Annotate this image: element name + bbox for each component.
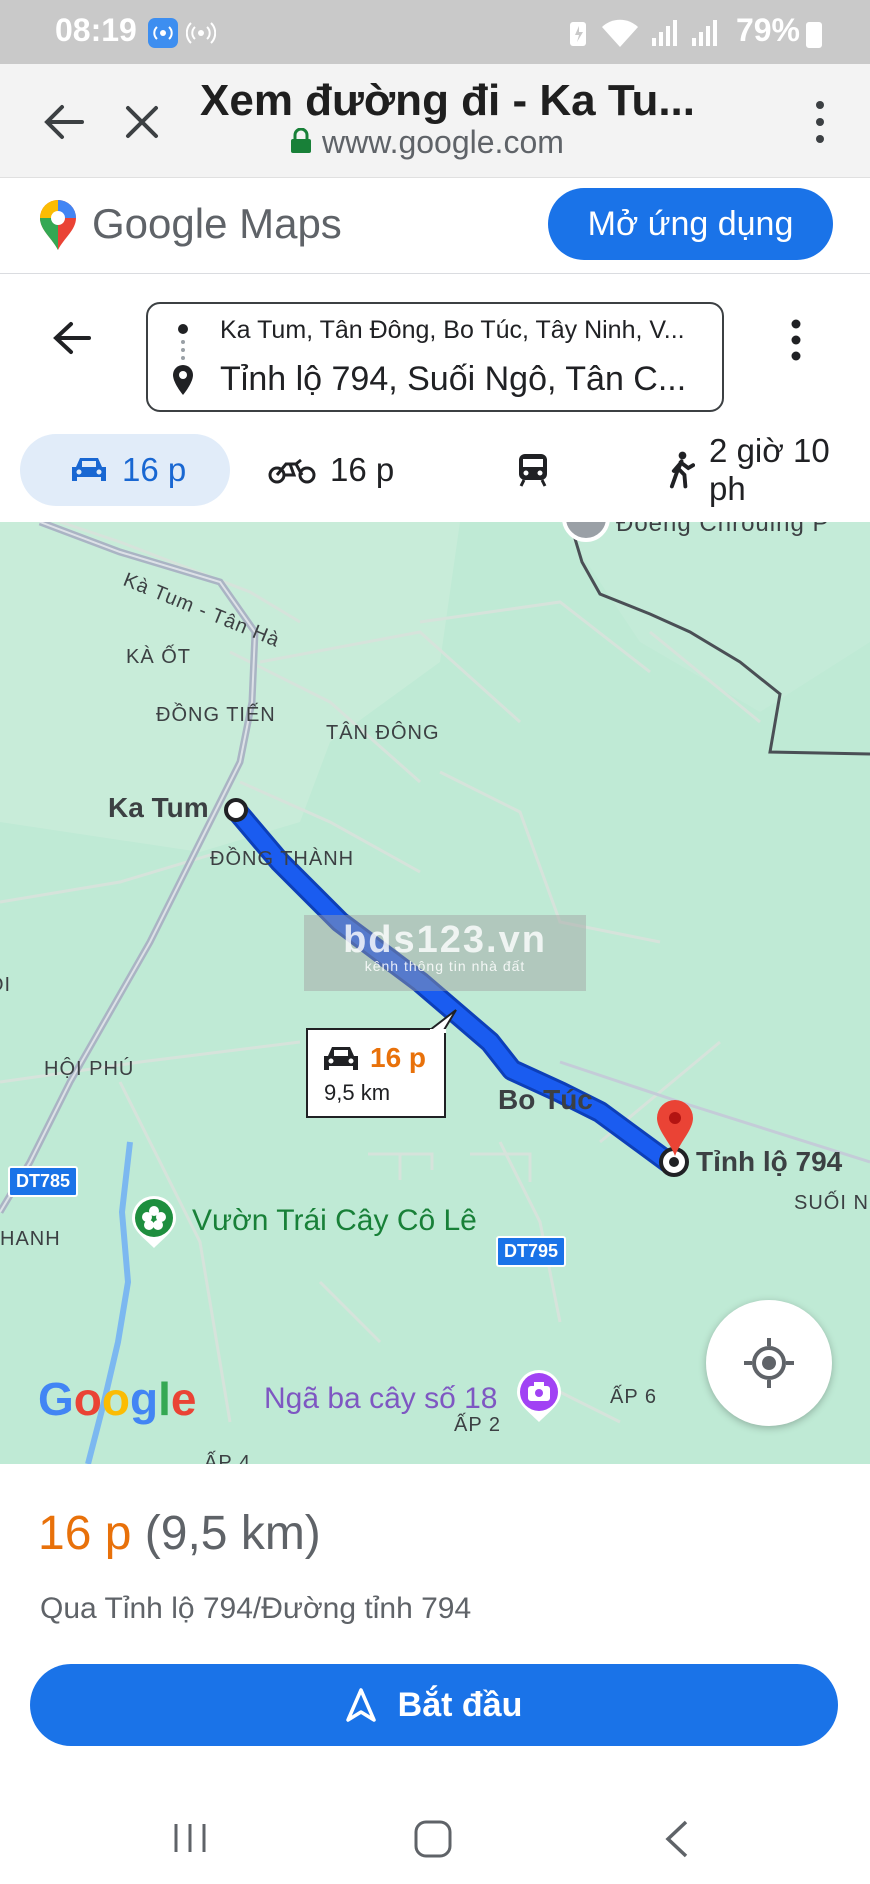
map-label-tinh-lo: Tỉnh lộ 794: [696, 1146, 843, 1177]
route-via: Qua Tỉnh lộ 794/Đường tỉnh 794: [40, 1592, 472, 1625]
mode-driving-label: 16 p: [122, 451, 187, 488]
battery-percent: 79%: [735, 12, 800, 48]
google-logo: Google: [38, 1373, 197, 1425]
mode-motorbike[interactable]: 16 p: [268, 434, 394, 506]
watermark-line1: bds123.vn: [343, 919, 547, 961]
map-label-bo-tuc: Bo Túc: [498, 1084, 593, 1115]
mode-driving[interactable]: 16 p: [20, 434, 231, 506]
map-label-top: Đoéng Chrouing P: [616, 522, 830, 537]
page-title: Xem đường đi - Ka Tu...: [200, 76, 695, 125]
mode-transit[interactable]: [516, 434, 550, 506]
camera-icon: [517, 1370, 561, 1422]
car-icon: [324, 1047, 358, 1070]
walking-icon: [669, 451, 696, 489]
route-inputs: Ka Tum, Tân Đông, Bo Túc, Tây Ninh, V...…: [146, 302, 724, 412]
callout-tail: [430, 1009, 457, 1033]
mode-walking-label: 2 giờ 10 ph: [709, 432, 830, 507]
navigation-arrow-icon: [345, 1688, 376, 1722]
url-text[interactable]: www.google.com: [322, 124, 564, 161]
my-location-icon: [744, 1338, 794, 1388]
recent-apps-icon[interactable]: [170, 1818, 210, 1858]
signal-icon-2: [692, 20, 717, 46]
system-back-icon[interactable]: [660, 1818, 696, 1860]
battery-icon: [806, 22, 822, 48]
map-label-hanh: HANH: [0, 1228, 61, 1250]
summary-distance: (9,5 km): [144, 1507, 321, 1560]
maps-pin-logo-icon: [40, 200, 76, 250]
route-summary: 16 p (9,5 km): [38, 1506, 321, 1561]
status-time: 08:19: [55, 12, 137, 48]
start-navigation-label: Bắt đầu: [397, 1685, 523, 1724]
lock-icon: [291, 128, 311, 153]
map-view[interactable]: Kà Tum - Tân Hà Đoéng Chrouing P KÀ ỐT Đ…: [0, 522, 870, 1464]
route-summary-sheet: 16 p (9,5 km) Qua Tỉnh lộ 794/Đường tỉnh…: [0, 1464, 870, 1794]
status-bar: 08:19 79%: [0, 0, 870, 64]
map-label-suoi-n: SUỐI N: [794, 1192, 869, 1214]
signal-icon: [652, 20, 677, 46]
maps-header: Google Maps Mở ứng dụng: [0, 178, 870, 274]
origin-dot-icon: [178, 324, 188, 360]
route-callout[interactable]: 16 p 9,5 km: [306, 1009, 457, 1118]
map-label-tan-dong: TÂN ĐÔNG: [326, 722, 440, 744]
map-label-hoi-phu: HỘI PHÚ: [44, 1058, 135, 1080]
open-app-button[interactable]: Mở ứng dụng: [548, 188, 833, 260]
travel-mode-tabs: 16 p 16 p 2 giờ 10 ph: [0, 428, 870, 520]
mode-motorbike-label: 16 p: [330, 451, 395, 488]
callout-duration: 16 p: [370, 1042, 427, 1073]
broadcast-icon: [185, 18, 217, 48]
wifi-icon: [602, 19, 638, 47]
more-vert-icon[interactable]: [800, 90, 840, 154]
battery-saver-icon: [570, 22, 586, 46]
map-label-dong-thanh: ĐỒNG THÀNH: [210, 848, 355, 870]
system-nav-bar: [0, 1794, 870, 1884]
road-shield-dt795: DT795: [496, 1236, 567, 1267]
my-location-button[interactable]: [706, 1300, 832, 1426]
start-navigation-button[interactable]: Bắt đầu: [30, 1664, 838, 1746]
mode-walking[interactable]: 2 giờ 10 ph: [668, 432, 870, 507]
poi-nga-ba-label: Ngã ba cây số 18: [264, 1382, 498, 1415]
browser-toolbar: Xem đường đi - Ka Tu... www.google.com: [0, 64, 870, 178]
google-maps-logo: Google Maps: [92, 200, 342, 247]
directions-back-icon[interactable]: [46, 312, 98, 364]
flower-icon: [132, 1196, 176, 1248]
origin-field[interactable]: Ka Tum, Tân Đông, Bo Túc, Tây Ninh, V...: [220, 316, 685, 345]
destination-field[interactable]: Tỉnh lộ 794, Suối Ngô, Tân C...: [220, 360, 686, 399]
map-label-oi: OI: [0, 974, 12, 996]
road-shield-dt785: DT785: [8, 1166, 79, 1197]
map-label-ka-tum: Ka Tum: [108, 792, 209, 823]
home-icon[interactable]: [412, 1818, 454, 1860]
map-label-ap4: ẤP 4: [204, 1452, 251, 1464]
map-label-ap6: ẤP 6: [610, 1386, 657, 1408]
car-icon: [72, 458, 106, 481]
map-label-dong-tien: ĐỒNG TIẾN: [156, 704, 276, 726]
hotspot-icon: [148, 18, 178, 48]
map-label-ap2: ẤP 2: [454, 1414, 501, 1436]
route-more-icon[interactable]: [776, 312, 816, 368]
destination-pin-icon: [173, 365, 193, 395]
transit-icon: [519, 454, 547, 487]
close-icon[interactable]: [112, 92, 172, 152]
motorbike-icon: [268, 458, 316, 484]
watermark: bds123.vn kênh thông tin nhà đất: [304, 915, 586, 991]
callout-distance: 9,5 km: [324, 1080, 391, 1105]
summary-duration: 16 p: [38, 1507, 132, 1560]
map-label-ka-ot: KÀ ỐT: [126, 646, 192, 668]
poi-fruit-garden-label: Vườn Trái Cây Cô Lê: [192, 1204, 477, 1237]
back-arrow-icon[interactable]: [34, 92, 94, 152]
